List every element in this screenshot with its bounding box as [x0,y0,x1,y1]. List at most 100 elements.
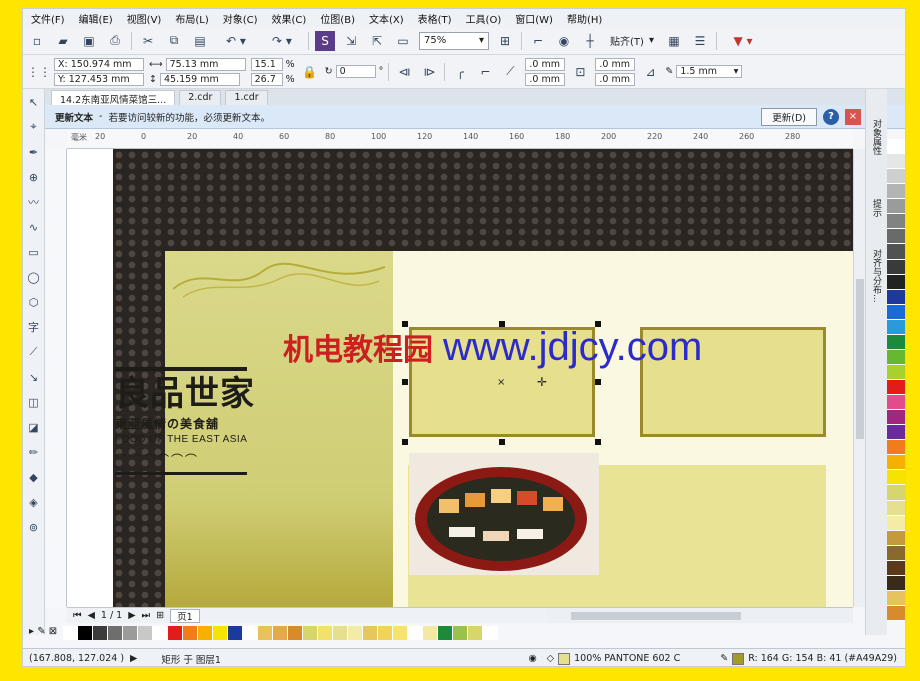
scale-x-field[interactable]: 15.1% [250,57,295,71]
show-rulers-icon[interactable]: ⌐ [528,31,548,51]
corner-radius-bottom-left[interactable]: .0 mm [525,72,566,86]
save-icon[interactable]: ▣ [79,31,99,51]
mirror-vertical-icon[interactable]: ⧐ [419,62,439,82]
selection-handle[interactable] [499,439,505,445]
palette-swatch[interactable] [63,626,78,640]
mirror-horizontal-icon[interactable]: ⧏ [394,62,414,82]
options-icon[interactable]: ☰ [690,31,710,51]
palette-swatch[interactable] [303,626,318,640]
show-guidelines-icon[interactable]: ┼ [580,31,600,51]
eyedropper-tool-icon[interactable]: ✏ [25,443,43,461]
palette-swatch[interactable] [887,560,905,576]
menu-window[interactable]: 窗口(W) [515,11,553,26]
smart-drawing-icon[interactable]: ∿ [25,218,43,236]
show-grid-icon[interactable]: ◉ [554,31,574,51]
palette-swatch[interactable] [887,214,905,230]
corner-radius-bottom-right[interactable]: .0 mm [595,72,636,86]
tab-document-1[interactable]: 14.2东南亚风情菜馆三... [51,89,176,106]
palette-swatch[interactable] [258,626,273,640]
print-icon[interactable]: ⎙ [105,31,125,51]
palette-swatch[interactable] [887,530,905,546]
interactive-fill-icon[interactable]: ◆ [25,468,43,486]
open-folder-icon[interactable]: ▰ [53,31,73,51]
page-last-icon[interactable]: ⏭ [142,610,151,621]
palette-swatch[interactable] [887,154,905,170]
application-launcher-icon[interactable]: ▼ ▾ [723,31,763,51]
palette-swatch[interactable] [887,274,905,290]
scroll-thumb[interactable] [856,279,864,439]
palette-swatch[interactable] [213,626,228,640]
docker-tab-object-properties[interactable]: 对象属性 [870,119,883,155]
scroll-thumb[interactable] [571,612,741,620]
welcome-screen-icon[interactable]: ▦ [664,31,684,51]
menu-table[interactable]: 表格(T) [418,11,452,26]
palette-swatch[interactable] [168,626,183,640]
help-icon[interactable]: ? [823,108,839,125]
palette-swatch[interactable] [887,304,905,320]
palette-swatch[interactable] [887,545,905,561]
palette-swatch[interactable] [887,184,905,200]
width-field[interactable]: ⟷ 75.13 mm [149,57,246,71]
palette-swatch[interactable] [198,626,213,640]
palette-swatch[interactable] [887,319,905,335]
palette-swatch[interactable] [183,626,198,640]
palette-swatch[interactable] [273,626,288,640]
palette-swatch[interactable] [887,575,905,591]
palette-swatch[interactable] [468,626,483,640]
smart-fill-icon[interactable]: ◈ [25,493,43,511]
horizontal-scrollbar[interactable] [547,607,853,623]
add-tool-icon[interactable]: ⊚ [25,518,43,536]
palette-swatch[interactable] [887,139,905,155]
page-next-icon[interactable]: ▶ [128,610,135,621]
pick-tool-icon[interactable]: ↖ [25,93,43,111]
palette-swatch[interactable] [78,626,93,640]
sushi-photo[interactable] [409,453,599,575]
palette-swatch[interactable] [438,626,453,640]
undo-icon[interactable]: ↶ ▾ [216,31,256,51]
menu-help[interactable]: 帮助(H) [567,11,602,26]
play-icon[interactable]: ▶ [130,653,137,664]
import-icon[interactable]: ⇲ [341,31,361,51]
page-prev-icon[interactable]: ◀ [88,610,95,621]
palette-swatch[interactable] [138,626,153,640]
polygon-tool-icon[interactable]: ⬡ [25,293,43,311]
palette-swatch[interactable] [288,626,303,640]
docker-tab-align[interactable]: 对齐与分布... [870,249,883,303]
palette-swatch[interactable] [887,440,905,456]
vertical-scrollbar[interactable] [853,149,865,607]
zoom-level-select[interactable]: 75% ▾ [419,31,489,50]
copy-icon[interactable]: ⧉ [164,31,184,51]
x-position-field[interactable]: X: 150.974 mm [54,57,144,71]
menu-edit[interactable]: 编辑(E) [79,11,113,26]
palette-swatch[interactable] [228,626,243,640]
page-first-icon[interactable]: ⏮ [73,610,82,621]
palette-swatch[interactable] [887,395,905,411]
drawing-canvas[interactable]: 良品世家 東亞風情の美食舖 FOOD OF THE EAST ASIA ⌒⌒⌒⌒… [67,149,853,607]
scale-y-field[interactable]: 26.7% [250,72,295,86]
palette-swatch[interactable] [93,626,108,640]
fill-swatch[interactable] [558,652,571,665]
palette-swatch[interactable] [483,626,498,640]
ellipse-tool-icon[interactable]: ◯ [25,268,43,286]
shape-tool-icon[interactable]: ⌖ [25,118,43,136]
scalloped-corner-icon[interactable]: ⌐ [475,62,495,82]
palette-swatch[interactable] [363,626,378,640]
palette-swatch[interactable] [887,485,905,501]
lock-ratio-icon[interactable]: 🔒 [300,62,320,82]
menu-bitmaps[interactable]: 位图(B) [320,11,355,26]
docker-tab-hints[interactable]: 提示 [870,199,883,217]
palette-swatch[interactable] [887,410,905,426]
palette-swatch[interactable] [887,425,905,441]
effects-tool-icon[interactable]: ◫ [25,393,43,411]
selection-handle[interactable] [595,379,601,385]
palette-swatch[interactable] [243,626,258,640]
export-icon[interactable]: ⇱ [367,31,387,51]
palette-swatch[interactable] [378,626,393,640]
palette-swatch[interactable] [453,626,468,640]
add-page-icon[interactable]: ⊞ [156,610,164,621]
palette-swatch[interactable] [887,259,905,275]
palette-swatch[interactable] [123,626,138,640]
height-field[interactable]: ↕ 45.159 mm [149,72,246,86]
connector-tool-icon[interactable]: ↘ [25,368,43,386]
text-tool-icon[interactable]: 字 [25,318,43,336]
